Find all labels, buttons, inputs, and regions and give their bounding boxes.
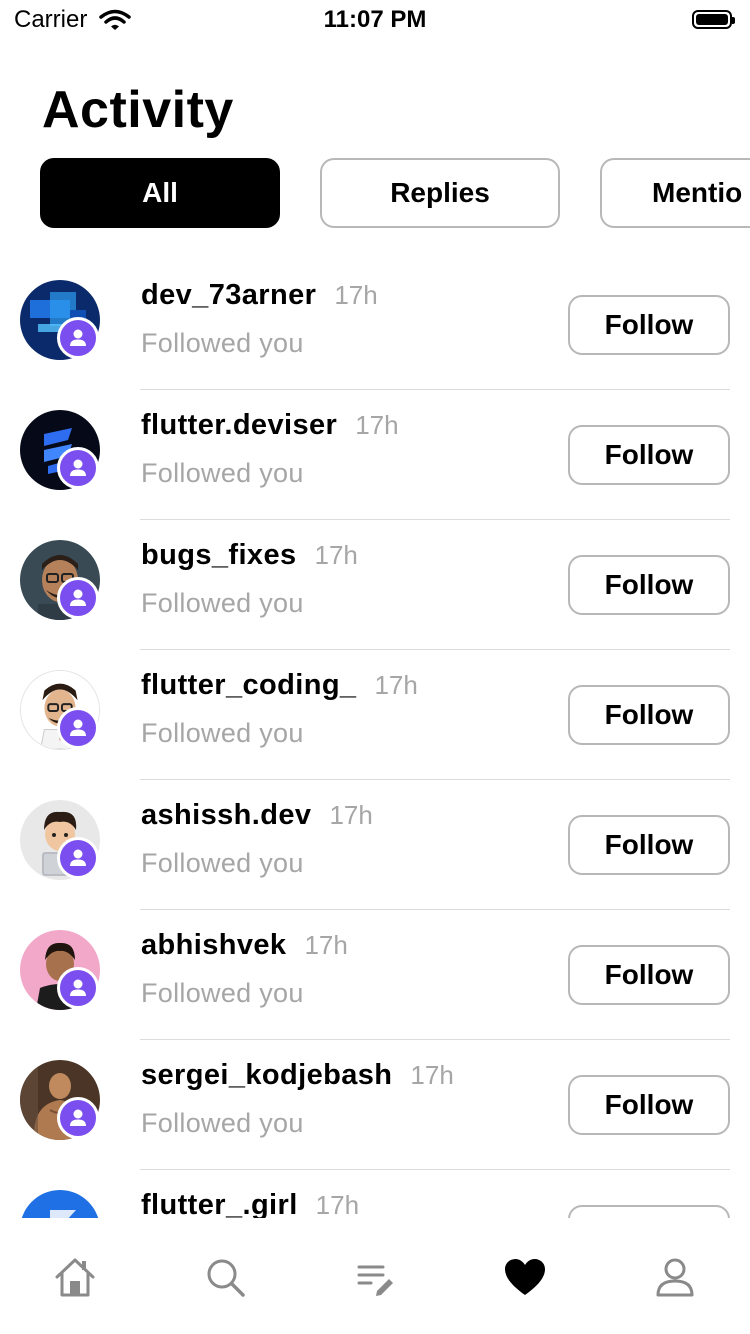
filter-chip-replies[interactable]: Replies xyxy=(320,158,560,228)
tab-bar xyxy=(0,1218,750,1334)
heart-icon xyxy=(505,1259,545,1295)
activity-row: sergei_kodjebash 17h Followed you Follow xyxy=(0,1040,750,1170)
person-badge-icon xyxy=(57,707,99,749)
filter-chip-label: All xyxy=(142,177,178,208)
name-line: dev_73arner 17h xyxy=(141,279,378,312)
username[interactable]: dev_73arner xyxy=(141,279,316,311)
avatar[interactable] xyxy=(20,280,100,360)
person-badge-icon xyxy=(57,577,99,619)
activity-row: abhishvek 17h Followed you Follow xyxy=(0,910,750,1040)
person-badge-icon xyxy=(57,837,99,879)
page-title: Activity xyxy=(42,81,234,139)
follow-button[interactable]: Follow xyxy=(568,815,730,875)
name-line: flutter_.girl 17h xyxy=(141,1189,359,1218)
follow-button[interactable]: Follow xyxy=(568,1075,730,1135)
filter-chip-all[interactable]: All xyxy=(40,158,280,228)
activity-row: bugs_fixes 17h Followed you Follow xyxy=(0,520,750,650)
timestamp: 17h xyxy=(329,800,373,830)
username[interactable]: flutter_coding_ xyxy=(141,669,356,701)
activity-row: flutter.deviser 17h Followed you Follow xyxy=(0,390,750,520)
timestamp: 17h xyxy=(334,280,378,310)
name-line: abhishvek 17h xyxy=(141,929,348,962)
activity-text: Followed you xyxy=(141,458,304,488)
avatar[interactable] xyxy=(20,1060,100,1140)
timestamp: 17h xyxy=(304,930,348,960)
follow-button[interactable]: Follow xyxy=(568,685,730,745)
name-line: bugs_fixes 17h xyxy=(141,539,358,572)
name-line: flutter.deviser 17h xyxy=(141,409,399,442)
timestamp: 17h xyxy=(315,1190,360,1218)
follow-button[interactable]: Follow xyxy=(568,425,730,485)
tab-profile[interactable] xyxy=(650,1252,700,1302)
avatar[interactable] xyxy=(20,800,100,880)
activity-text: Followed you xyxy=(141,848,304,878)
filter-chip-label: Replies xyxy=(390,177,490,208)
filter-chip-label: Mentio xyxy=(652,177,743,208)
activity-list: dev_73arner 17h Followed you Follow flutt… xyxy=(0,260,750,1218)
avatar[interactable] xyxy=(20,670,100,750)
follow-button[interactable]: Follow xyxy=(568,295,730,355)
activity-text: Followed you xyxy=(141,588,304,618)
follow-button[interactable] xyxy=(568,1205,730,1218)
avatar[interactable] xyxy=(20,410,100,490)
username[interactable]: bugs_fixes xyxy=(141,539,297,571)
username[interactable]: flutter.deviser xyxy=(141,409,337,441)
tab-search[interactable] xyxy=(200,1252,250,1302)
timestamp: 17h xyxy=(314,540,358,570)
home-icon xyxy=(55,1258,95,1297)
activity-row: flutter_coding_ 17h Followed you Follow xyxy=(0,650,750,780)
name-line: sergei_kodjebash 17h xyxy=(141,1059,454,1092)
activity-row: dev_73arner 17h Followed you Follow xyxy=(0,260,750,390)
timestamp: 17h xyxy=(355,410,399,440)
status-bar: Carrier 11:07 PM xyxy=(0,0,750,40)
profile-icon xyxy=(656,1258,694,1297)
username[interactable]: abhishvek xyxy=(141,929,286,961)
timestamp: 17h xyxy=(410,1060,454,1090)
avatar[interactable] xyxy=(20,930,100,1010)
tab-home[interactable] xyxy=(50,1252,100,1302)
avatar-image xyxy=(20,1190,100,1218)
activity-text: Followed you xyxy=(141,1108,304,1138)
avatar[interactable] xyxy=(20,1190,100,1218)
search-icon xyxy=(207,1259,245,1297)
activity-text: Followed you xyxy=(141,718,304,748)
person-badge-icon xyxy=(57,317,99,359)
status-time: 11:07 PM xyxy=(323,6,427,33)
activity-row: flutter_.girl 17h xyxy=(0,1170,750,1218)
name-line: flutter_coding_ 17h xyxy=(141,669,418,702)
follow-button[interactable]: Follow xyxy=(568,945,730,1005)
activity-text: Followed you xyxy=(141,328,304,358)
person-badge-icon xyxy=(57,967,99,1009)
tab-activity[interactable] xyxy=(500,1252,550,1302)
name-line: ashissh.dev 17h xyxy=(141,799,373,832)
person-badge-icon xyxy=(57,447,99,489)
filter-chip-mentions[interactable]: Mentio xyxy=(600,158,750,228)
avatar[interactable] xyxy=(20,540,100,620)
follow-button[interactable]: Follow xyxy=(568,555,730,615)
activity-text: Followed you xyxy=(141,978,304,1008)
timestamp: 17h xyxy=(374,670,418,700)
username[interactable]: ashissh.dev xyxy=(141,799,311,831)
activity-row: ashissh.dev 17h Followed you Follow xyxy=(0,780,750,910)
filter-tabs: All Replies Mentio xyxy=(0,158,750,228)
compose-icon xyxy=(357,1265,393,1296)
username[interactable]: sergei_kodjebash xyxy=(141,1059,392,1091)
person-badge-icon xyxy=(57,1097,99,1139)
battery-icon xyxy=(692,10,735,29)
tab-compose[interactable] xyxy=(350,1252,400,1302)
username[interactable]: flutter_.girl xyxy=(141,1189,298,1218)
